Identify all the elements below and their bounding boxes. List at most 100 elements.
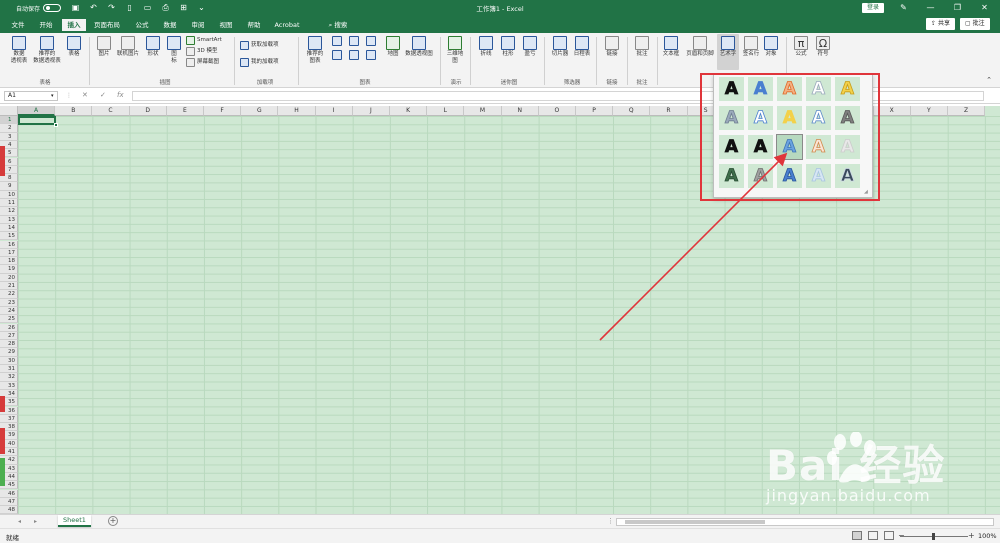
recommended-pivot-button[interactable]: 推荐的 数据透视表: [32, 36, 62, 64]
row-header[interactable]: 30: [0, 356, 18, 365]
column-header[interactable]: J: [352, 106, 390, 116]
column-header[interactable]: E: [166, 106, 204, 116]
tab-file[interactable]: 文件: [6, 19, 30, 33]
pictures-button[interactable]: 图片: [94, 36, 114, 58]
wordart-style-option[interactable]: A: [776, 134, 803, 160]
tab-search[interactable]: ⌕ 搜索: [318, 19, 358, 33]
recommended-charts-button[interactable]: 推荐的 图表: [304, 36, 326, 64]
name-box-dropdown-icon[interactable]: ▾: [51, 91, 54, 101]
column-chart-icon[interactable]: [332, 36, 342, 46]
row-header[interactable]: 24: [0, 306, 18, 316]
restore-button[interactable]: ❐: [944, 0, 971, 16]
icons-button[interactable]: 图 标: [166, 36, 182, 64]
tab-insert[interactable]: 插入: [62, 19, 86, 33]
new-comment-button[interactable]: 批注: [632, 36, 652, 58]
column-header[interactable]: P: [576, 106, 614, 116]
column-header[interactable]: G: [241, 106, 279, 116]
save-icon[interactable]: ▣: [71, 3, 80, 13]
wordart-style-option[interactable]: A: [748, 164, 773, 188]
row-header[interactable]: 22: [0, 290, 18, 299]
row-header[interactable]: 33: [0, 381, 18, 390]
row-header[interactable]: 19: [0, 265, 18, 274]
row-header[interactable]: 2: [0, 124, 18, 133]
wordart-style-option[interactable]: A: [719, 135, 744, 159]
wordart-style-option[interactable]: A: [748, 77, 773, 101]
row-header[interactable]: 47: [0, 497, 18, 507]
row-header[interactable]: 25: [0, 315, 18, 324]
row-header[interactable]: 23: [0, 298, 18, 307]
tab-page-layout[interactable]: 页面布局: [90, 19, 124, 33]
sparkline-line-button[interactable]: 折线: [476, 36, 496, 58]
column-header[interactable]: N: [501, 106, 539, 116]
row-header[interactable]: 11: [0, 199, 18, 208]
column-header[interactable]: I: [315, 106, 353, 116]
header-footer-button[interactable]: 页眉和页脚: [683, 36, 717, 58]
tab-review[interactable]: 审阅: [186, 19, 210, 33]
sparkline-column-button[interactable]: 柱形: [498, 36, 518, 58]
fill-handle[interactable]: [54, 123, 58, 127]
wordart-style-option[interactable]: A: [806, 135, 831, 159]
zoom-level[interactable]: 100%: [978, 532, 997, 540]
symbol-button[interactable]: Ω 符号: [814, 36, 832, 58]
zoom-in-icon[interactable]: +: [968, 531, 975, 540]
row-header[interactable]: 28: [0, 340, 18, 349]
pie-chart-icon[interactable]: [332, 50, 342, 60]
normal-view-icon[interactable]: [852, 531, 862, 540]
column-header[interactable]: D: [129, 106, 167, 116]
insert-function-icon[interactable]: fx: [117, 91, 124, 99]
tab-formulas[interactable]: 公式: [130, 19, 154, 33]
wordart-style-option[interactable]: A: [748, 106, 773, 130]
column-header[interactable]: M: [464, 106, 502, 116]
enter-icon[interactable]: ✓: [100, 91, 106, 99]
get-addins-button[interactable]: 获取加载项: [240, 41, 279, 50]
autosave-toggle[interactable]: [43, 4, 62, 12]
tab-view[interactable]: 视图: [214, 19, 238, 33]
row-header[interactable]: 17: [0, 248, 18, 258]
row-header[interactable]: 3: [0, 132, 18, 141]
row-header[interactable]: 26: [0, 323, 18, 332]
online-pictures-button[interactable]: 联机图片: [114, 36, 142, 58]
close-button[interactable]: ✕: [971, 0, 998, 16]
row-header[interactable]: 27: [0, 331, 18, 341]
resize-grip-icon[interactable]: ◢: [864, 189, 870, 195]
wordart-style-option[interactable]: A: [835, 106, 860, 130]
row-header[interactable]: 31: [0, 365, 18, 374]
redo-icon[interactable]: ↷: [107, 3, 116, 13]
print-preview-icon[interactable]: ⎙: [161, 3, 170, 13]
column-header[interactable]: O: [538, 106, 576, 116]
column-header[interactable]: A: [18, 106, 56, 116]
smartart-button[interactable]: SmartArt: [186, 36, 222, 45]
prev-sheet-icon[interactable]: ◂: [18, 518, 21, 525]
wordart-style-option[interactable]: A: [835, 135, 860, 159]
column-header[interactable]: B: [55, 106, 93, 116]
row-header[interactable]: 9: [0, 182, 18, 191]
new-file-icon[interactable]: ▯: [125, 3, 134, 13]
column-header[interactable]: Z: [948, 106, 986, 116]
add-sheet-icon[interactable]: +: [108, 516, 118, 526]
cancel-icon[interactable]: ✕: [82, 91, 88, 99]
waterfall-chart-icon[interactable]: [349, 50, 359, 60]
wordart-style-option[interactable]: A: [777, 164, 802, 188]
minimize-button[interactable]: —: [917, 0, 944, 16]
open-folder-icon[interactable]: ▭: [143, 3, 152, 13]
column-header[interactable]: L: [427, 106, 465, 116]
pivot-table-button[interactable]: 数据 透视表: [8, 36, 30, 64]
active-cell[interactable]: [18, 116, 56, 125]
wordart-style-option[interactable]: A: [806, 164, 831, 188]
undo-icon[interactable]: ↶: [89, 3, 98, 13]
tab-acrobat[interactable]: Acrobat: [270, 19, 304, 33]
line-chart-icon[interactable]: [366, 36, 376, 46]
link-button[interactable]: 链接: [602, 36, 622, 58]
row-header[interactable]: 32: [0, 373, 18, 382]
scatter-chart-icon[interactable]: [366, 50, 376, 60]
sheet-tab[interactable]: Sheet1: [58, 515, 91, 527]
column-header[interactable]: Y: [910, 106, 948, 116]
wordart-style-option[interactable]: A: [719, 77, 744, 101]
row-header[interactable]: 10: [0, 190, 18, 199]
page-layout-view-icon[interactable]: [868, 531, 878, 540]
row-header[interactable]: 18: [0, 257, 18, 266]
slicer-button[interactable]: 切片器: [550, 36, 570, 58]
login-button[interactable]: 登录: [862, 3, 885, 13]
column-header[interactable]: X: [873, 106, 911, 116]
wordart-style-option[interactable]: A: [719, 164, 744, 188]
